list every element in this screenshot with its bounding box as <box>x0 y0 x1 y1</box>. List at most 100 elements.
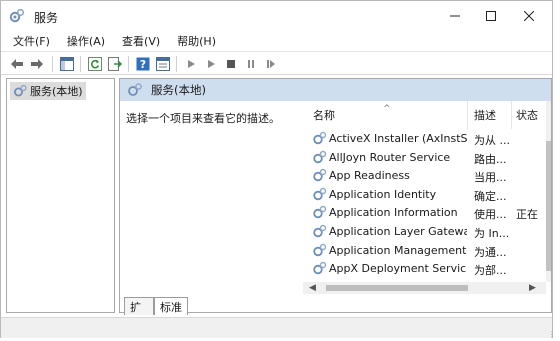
services-window: 服务 文件(F) 操作(A) 查看(V) 帮助(H) ? 服务(本地) 服务(本… <box>0 0 553 338</box>
properties-button[interactable] <box>155 56 171 72</box>
pane-header: 服务(本地) <box>120 79 551 101</box>
vertical-scroll-thumb[interactable] <box>546 141 551 271</box>
service-gear-icon <box>313 261 327 275</box>
tab-extended[interactable]: 扩展 <box>124 297 154 330</box>
title-bar: 服务 <box>1 1 552 31</box>
service-description: 当用... <box>474 171 507 185</box>
minimize-button[interactable] <box>435 1 475 31</box>
console-tree-icon <box>60 57 74 71</box>
stop-service-icon <box>227 60 235 68</box>
services-list: ^ 名称 描述 状态 ActiveX Installer (AxInstSV) … <box>303 101 551 294</box>
service-name: AppX Deployment Servic... <box>329 262 467 276</box>
maximize-icon <box>486 11 496 21</box>
back-button[interactable] <box>9 56 25 72</box>
service-gear-icon <box>313 168 327 182</box>
restart-service-icon <box>267 60 275 68</box>
service-gear-icon <box>313 206 327 219</box>
tree-item-services-local[interactable]: 服务(本地) <box>10 82 86 100</box>
menu-action[interactable]: 操作(A) <box>67 33 105 49</box>
menu-bar: 文件(F) 操作(A) 查看(V) 帮助(H) <box>1 31 552 51</box>
start-service-button[interactable] <box>183 56 199 72</box>
services-gear-icon <box>128 83 142 96</box>
column-header-name[interactable]: ^ 名称 <box>303 101 468 129</box>
service-description: 路由... <box>474 152 507 166</box>
console-tree: 服务(本地) <box>6 78 115 313</box>
services-gear-icon <box>14 84 27 97</box>
table-row[interactable]: AppX Deployment Servic... 为部... <box>303 259 546 278</box>
description-prompt: 选择一个项目来查看它的描述。 <box>126 112 280 125</box>
service-name: AllJoyn Router Service <box>329 150 451 164</box>
table-row[interactable]: Application Management 为通... <box>303 241 546 260</box>
column-header-description[interactable]: 描述 <box>468 101 512 129</box>
service-status: 正在 <box>516 208 538 222</box>
service-gear-icon <box>313 150 327 163</box>
service-gear-icon <box>313 224 327 238</box>
refresh-button[interactable] <box>87 56 103 72</box>
window-title: 服务 <box>34 11 59 25</box>
start-service-icon <box>188 60 195 68</box>
service-name: Application Identity <box>329 187 437 201</box>
table-row[interactable]: Application Layer Gatewa... 为 In... <box>303 222 546 241</box>
column-header-status[interactable]: 状态 <box>512 101 546 129</box>
forward-arrow-icon <box>31 59 43 69</box>
horizontal-scroll-thumb[interactable] <box>326 285 468 291</box>
pause-service-button[interactable] <box>243 56 259 72</box>
export-list-icon <box>108 57 122 71</box>
service-description: 为部... <box>474 264 507 278</box>
service-name: Application Information <box>329 206 458 220</box>
table-row[interactable]: ActiveX Installer (AxInstSV) 为从 ... <box>303 129 546 148</box>
stop-service-button[interactable] <box>223 56 239 72</box>
forward-button[interactable] <box>29 56 45 72</box>
service-name: ActiveX Installer (AxInstSV) <box>329 132 467 145</box>
service-gear-icon <box>313 187 327 200</box>
service-gear-icon <box>313 131 327 145</box>
toolbar: ? <box>1 51 552 75</box>
toolbar-separator <box>52 56 53 72</box>
menu-view[interactable]: 查看(V) <box>122 33 160 49</box>
refresh-icon <box>88 57 102 71</box>
help-button[interactable]: ? <box>135 56 151 72</box>
start-service-button-2[interactable] <box>203 56 219 72</box>
service-name: Application Layer Gatewa... <box>329 225 467 238</box>
toolbar-separator <box>80 56 81 72</box>
service-description: 为 In... <box>474 227 510 240</box>
menu-help[interactable]: 帮助(H) <box>177 33 216 49</box>
sort-ascending-icon: ^ <box>383 104 391 114</box>
resize-grip-icon[interactable]: ⋮ <box>548 330 556 339</box>
back-arrow-icon <box>11 59 23 69</box>
tree-item-label: 服务(本地) <box>30 85 83 98</box>
close-button[interactable] <box>509 1 549 31</box>
details-pane: 服务(本地) 选择一个项目来查看它的描述。 ^ 名称 描述 状态 ActiveX… <box>119 78 552 313</box>
pane-header-title: 服务(本地) <box>151 83 206 97</box>
table-row[interactable]: Application Identity 确定... <box>303 185 546 204</box>
properties-icon <box>156 57 170 71</box>
svg-text:?: ? <box>140 58 146 71</box>
horizontal-scrollbar[interactable]: ◀ ▶ <box>303 282 546 294</box>
menu-file[interactable]: 文件(F) <box>13 33 50 49</box>
maximize-button[interactable] <box>471 1 511 31</box>
table-row[interactable]: App Readiness 当用... <box>303 166 546 185</box>
service-name: App Readiness <box>329 169 410 183</box>
service-description: 为从 ... <box>474 134 510 147</box>
services-gear-icon <box>9 8 25 23</box>
service-gear-icon <box>313 243 327 256</box>
tab-standard[interactable]: 标准 <box>154 297 188 315</box>
toolbar-separator <box>176 56 177 72</box>
table-row[interactable]: AllJoyn Router Service 路由... <box>303 148 546 167</box>
help-icon: ? <box>136 57 150 71</box>
close-icon <box>524 11 534 21</box>
service-description: 为通... <box>474 245 507 259</box>
restart-service-button[interactable] <box>263 56 279 72</box>
table-row[interactable]: Application Information 使用... 正在 <box>303 203 546 222</box>
service-name: Application Management <box>329 243 467 257</box>
service-description: 使用... <box>474 208 507 222</box>
pause-service-icon <box>248 60 254 68</box>
service-description: 确定... <box>474 189 507 203</box>
scroll-right-icon[interactable]: ▶ <box>529 283 536 293</box>
minimize-icon <box>450 15 460 17</box>
export-list-button[interactable] <box>107 56 123 72</box>
start-service-icon <box>208 60 215 68</box>
show-hide-console-tree-button[interactable] <box>59 56 75 72</box>
scroll-left-icon[interactable]: ◀ <box>309 283 316 293</box>
vertical-scrollbar[interactable] <box>546 101 551 282</box>
